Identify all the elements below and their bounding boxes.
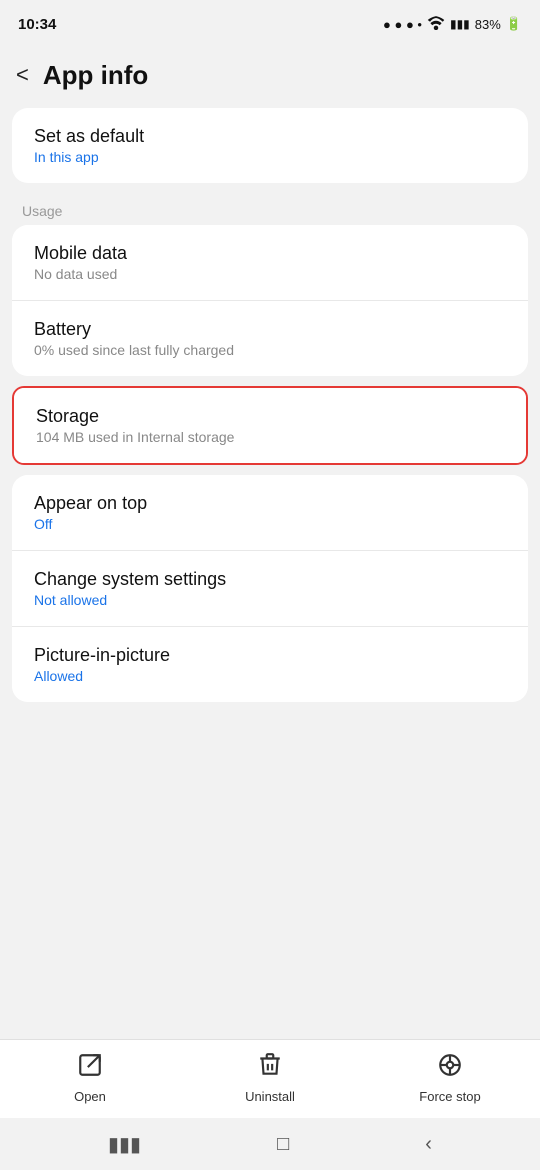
change-system-settings-subtitle: Not allowed — [34, 592, 506, 608]
open-label: Open — [74, 1089, 106, 1104]
set-default-title: Set as default — [34, 126, 506, 147]
picture-in-picture-subtitle: Allowed — [34, 668, 506, 684]
header: < App info — [0, 44, 540, 108]
storage-subtitle: 104 MB used in Internal storage — [36, 429, 504, 445]
page-title: App info — [43, 60, 148, 91]
battery-icon: 🔋 — [506, 16, 522, 32]
set-default-item[interactable]: Set as default In this app — [12, 108, 528, 183]
force-stop-label: Force stop — [419, 1089, 480, 1104]
status-time: 10:34 — [18, 16, 56, 33]
open-icon — [77, 1052, 103, 1083]
uninstall-button[interactable]: Uninstall — [225, 1052, 315, 1104]
storage-item[interactable]: Storage 104 MB used in Internal storage — [14, 388, 526, 463]
open-button[interactable]: Open — [45, 1052, 135, 1104]
appear-on-top-item[interactable]: Appear on top Off — [12, 475, 528, 551]
appear-on-top-title: Appear on top — [34, 493, 506, 514]
set-default-subtitle: In this app — [34, 149, 506, 165]
battery-subtitle: 0% used since last fully charged — [34, 342, 506, 358]
picture-in-picture-title: Picture-in-picture — [34, 645, 506, 666]
usage-card: Mobile data No data used Battery 0% used… — [12, 225, 528, 376]
force-stop-icon — [437, 1052, 463, 1083]
section-label-usage: Usage — [0, 193, 540, 225]
recent-apps-icon[interactable]: ▮▮▮ — [108, 1132, 141, 1157]
wifi-icon — [427, 16, 445, 33]
appear-on-top-subtitle: Off — [34, 516, 506, 532]
storage-card[interactable]: Storage 104 MB used in Internal storage — [12, 386, 528, 465]
mobile-data-subtitle: No data used — [34, 266, 506, 282]
bottom-action-bar: Open Uninstall Force stop — [0, 1039, 540, 1118]
uninstall-label: Uninstall — [245, 1089, 295, 1104]
picture-in-picture-item[interactable]: Picture-in-picture Allowed — [12, 627, 528, 702]
status-bar: 10:34 ● ● ● • ▮▮▮ 83% 🔋 — [0, 0, 540, 44]
signal-icon: ▮▮▮ — [450, 17, 470, 31]
back-nav-icon[interactable]: ‹ — [425, 1133, 432, 1156]
battery-percent: 83% — [475, 17, 501, 32]
nav-bar: ▮▮▮ □ ‹ — [0, 1118, 540, 1170]
notification-icons: ● ● ● • — [383, 17, 422, 32]
status-right: ● ● ● • ▮▮▮ 83% 🔋 — [383, 16, 522, 33]
change-system-settings-item[interactable]: Change system settings Not allowed — [12, 551, 528, 627]
battery-item[interactable]: Battery 0% used since last fully charged — [12, 301, 528, 376]
set-default-card: Set as default In this app — [12, 108, 528, 183]
back-button[interactable]: < — [12, 58, 33, 92]
battery-title: Battery — [34, 319, 506, 340]
home-icon[interactable]: □ — [277, 1133, 289, 1156]
storage-title: Storage — [36, 406, 504, 427]
permissions-card: Appear on top Off Change system settings… — [12, 475, 528, 702]
change-system-settings-title: Change system settings — [34, 569, 506, 590]
mobile-data-item[interactable]: Mobile data No data used — [12, 225, 528, 301]
uninstall-icon — [257, 1052, 283, 1083]
force-stop-button[interactable]: Force stop — [405, 1052, 495, 1104]
mobile-data-title: Mobile data — [34, 243, 506, 264]
